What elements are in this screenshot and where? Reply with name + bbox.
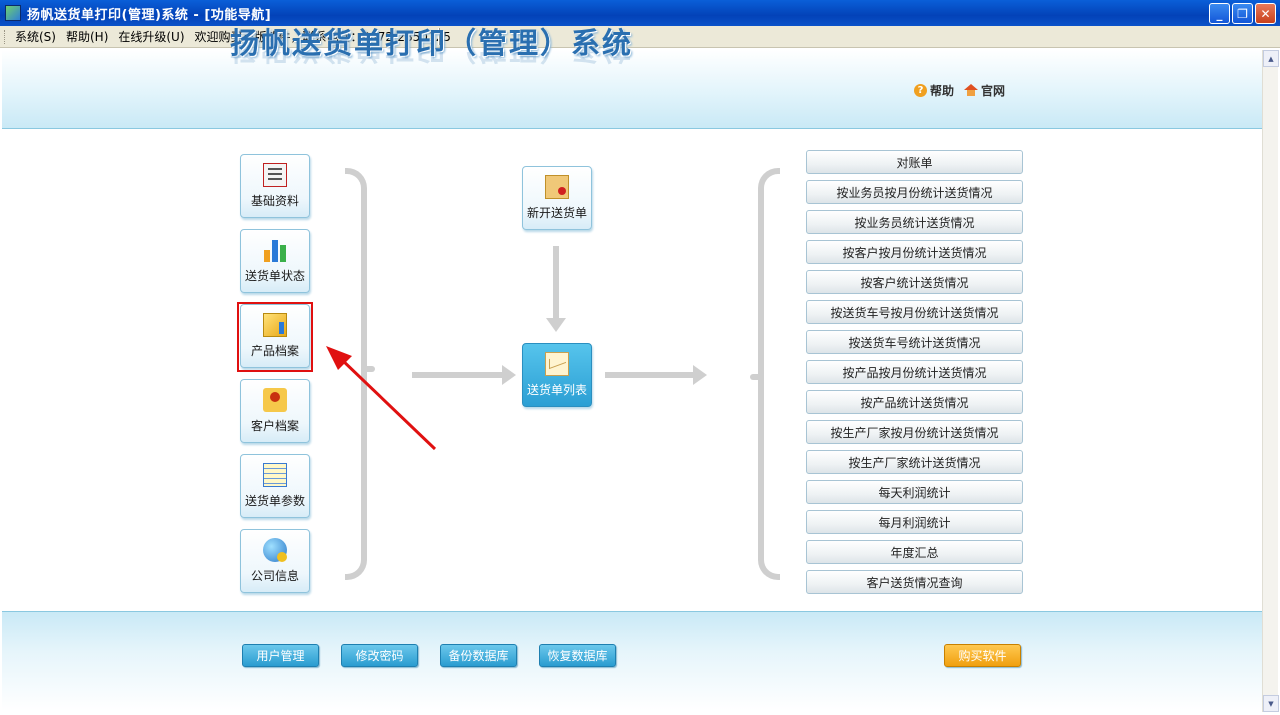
highlight-box — [237, 302, 313, 372]
menu-bar: 系统(S) 帮助(H) 在线升级(U) 欢迎购买正版软件，联系电话：0472-2… — [0, 26, 1280, 48]
tile-label: 客户档案 — [250, 419, 299, 433]
left-bracket-tip — [750, 374, 762, 380]
home-icon — [964, 84, 978, 97]
report-daily-profit[interactable]: 每天利润统计 — [806, 480, 1023, 504]
tile-label: 送货单参数 — [244, 494, 305, 508]
report-annual-summary[interactable]: 年度汇总 — [806, 540, 1023, 564]
menu-system[interactable]: 系统(S) — [10, 28, 61, 45]
bar-chart-icon — [263, 238, 287, 262]
report-product-monthly[interactable]: 按产品按月份统计送货情况 — [806, 360, 1023, 384]
report-customer-query[interactable]: 客户送货情况查询 — [806, 570, 1023, 594]
close-button[interactable]: ✕ — [1255, 3, 1276, 24]
main-nav-area — [2, 130, 1262, 612]
help-link-label: 帮助 — [930, 84, 955, 98]
report-customer[interactable]: 按客户统计送货情况 — [806, 270, 1023, 294]
report-salesman-monthly[interactable]: 按业务员按月份统计送货情况 — [806, 180, 1023, 204]
minimize-button[interactable]: _ — [1209, 3, 1230, 24]
right-bracket — [345, 168, 367, 580]
menu-grip — [4, 29, 7, 44]
flow-arrow-down — [546, 246, 566, 332]
change-password-button[interactable]: 修改密码 — [341, 644, 418, 667]
tile-delivery-params[interactable]: 送货单参数 — [240, 454, 310, 518]
new-document-icon — [545, 175, 569, 199]
report-product[interactable]: 按产品统计送货情况 — [806, 390, 1023, 414]
restore-database-button[interactable]: 恢复数据库 — [539, 644, 616, 667]
tile-delivery-status[interactable]: 送货单状态 — [240, 229, 310, 293]
menu-online-upgrade[interactable]: 在线升级(U) — [113, 28, 189, 45]
report-manufacturer[interactable]: 按生产厂家统计送货情况 — [806, 450, 1023, 474]
user-management-button[interactable]: 用户管理 — [242, 644, 319, 667]
app-logo-reflection: 扬帆送货单打印（管理）系统 — [230, 52, 633, 72]
tile-label: 新开送货单 — [526, 206, 587, 220]
scroll-up-arrow-icon[interactable]: ▲ — [1263, 50, 1279, 67]
tile-label: 送货单状态 — [244, 269, 305, 283]
flow-arrow-left — [412, 365, 516, 385]
tile-new-delivery[interactable]: 新开送货单 — [522, 166, 592, 230]
app-icon — [5, 5, 21, 21]
tile-customer-archive[interactable]: 客户档案 — [240, 379, 310, 443]
help-link[interactable]: ? 帮助 — [914, 82, 954, 99]
website-link-label: 官网 — [981, 84, 1006, 98]
customer-icon — [263, 388, 287, 412]
backup-database-button[interactable]: 备份数据库 — [440, 644, 517, 667]
envelope-icon — [545, 352, 569, 376]
menu-help[interactable]: 帮助(H) — [61, 28, 113, 45]
footer-bar — [2, 611, 1262, 711]
buy-software-button[interactable]: 购买软件 — [944, 644, 1021, 667]
report-vehicle-monthly[interactable]: 按送货车号按月份统计送货情况 — [806, 300, 1023, 324]
list-icon — [263, 163, 287, 187]
left-bracket — [758, 168, 780, 580]
right-bracket-tip — [363, 366, 375, 372]
report-monthly-profit[interactable]: 每月利润统计 — [806, 510, 1023, 534]
tile-company-info[interactable]: 公司信息 — [240, 529, 310, 593]
report-statement[interactable]: 对账单 — [806, 150, 1023, 174]
tile-delivery-list[interactable]: 送货单列表 — [522, 343, 592, 407]
scroll-down-arrow-icon[interactable]: ▼ — [1263, 695, 1279, 712]
title-bar: 扬帆送货单打印(管理)系统 - [功能导航] _ ❐ ✕ — [0, 0, 1280, 26]
report-vehicle[interactable]: 按送货车号统计送货情况 — [806, 330, 1023, 354]
flow-arrow-right — [605, 365, 707, 385]
report-customer-monthly[interactable]: 按客户按月份统计送货情况 — [806, 240, 1023, 264]
maximize-button[interactable]: ❐ — [1232, 3, 1253, 24]
tile-label: 基础资料 — [250, 194, 299, 208]
vertical-scrollbar[interactable]: ▲ ▼ — [1262, 50, 1279, 712]
report-manufacturer-monthly[interactable]: 按生产厂家按月份统计送货情况 — [806, 420, 1023, 444]
notepad-icon — [263, 463, 287, 487]
tile-label: 公司信息 — [250, 569, 299, 583]
help-icon: ? — [914, 84, 927, 97]
company-icon — [263, 538, 287, 562]
tile-basic-data[interactable]: 基础资料 — [240, 154, 310, 218]
window-controls: _ ❐ ✕ — [1209, 3, 1276, 24]
website-link[interactable]: 官网 — [964, 82, 1005, 99]
tile-label: 送货单列表 — [526, 383, 587, 397]
report-salesman[interactable]: 按业务员统计送货情况 — [806, 210, 1023, 234]
